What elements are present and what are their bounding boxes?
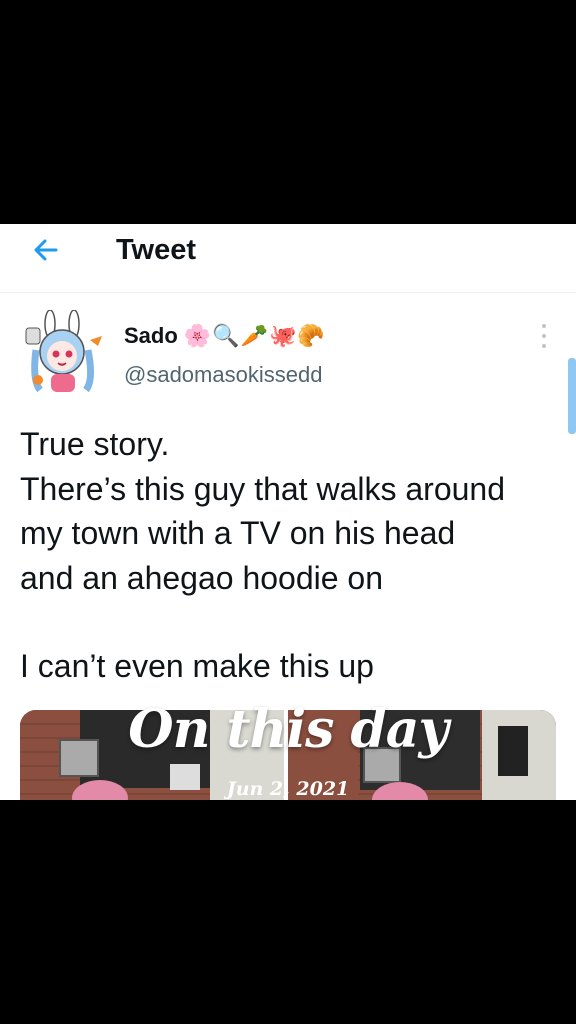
dot bbox=[542, 344, 546, 348]
tweet-line: True story. bbox=[20, 426, 170, 462]
tweet-body: True story. There’s this guy that walks … bbox=[20, 422, 560, 689]
avatar-image bbox=[25, 309, 102, 393]
arrow-left-icon bbox=[34, 239, 58, 261]
octopus-icon: 🐙 bbox=[269, 323, 297, 349]
scrollbar-thumb[interactable] bbox=[568, 358, 576, 434]
on-this-day-date: Jun 2, 2021 bbox=[226, 778, 350, 800]
croissant-icon: 🥐 bbox=[297, 323, 325, 349]
carrot-icon: 🥕 bbox=[240, 323, 269, 349]
on-this-day-title: On this day bbox=[128, 699, 448, 760]
more-options-icon[interactable] bbox=[534, 324, 554, 348]
magnifier-icon: 🔍 bbox=[212, 323, 240, 349]
tweet-line: my town with a TV on his head bbox=[20, 515, 456, 551]
tweet-line: There’s this guy that walks around bbox=[20, 470, 505, 507]
dot bbox=[542, 324, 546, 328]
tweet-screenshot-frame: Tweet Sado 🌸 🔍 🥕 🐙 🥐 @sadomasokissedd Tr… bbox=[0, 224, 576, 800]
author-handle[interactable]: @sadomasokissedd bbox=[124, 362, 322, 388]
app-header: Tweet bbox=[0, 224, 576, 293]
dot bbox=[542, 334, 546, 338]
author-name[interactable]: Sado bbox=[124, 323, 178, 349]
page-title: Tweet bbox=[116, 234, 197, 266]
tweet-line: and an ahegao hoodie on bbox=[20, 559, 384, 596]
avatar[interactable] bbox=[18, 309, 108, 400]
tweet-line: I can’t even make this up bbox=[20, 648, 374, 684]
cherry-blossom-icon: 🌸 bbox=[183, 323, 212, 349]
author-name-row[interactable]: Sado 🌸 🔍 🥕 🐙 🥐 bbox=[124, 320, 326, 352]
back-button[interactable] bbox=[28, 232, 64, 268]
